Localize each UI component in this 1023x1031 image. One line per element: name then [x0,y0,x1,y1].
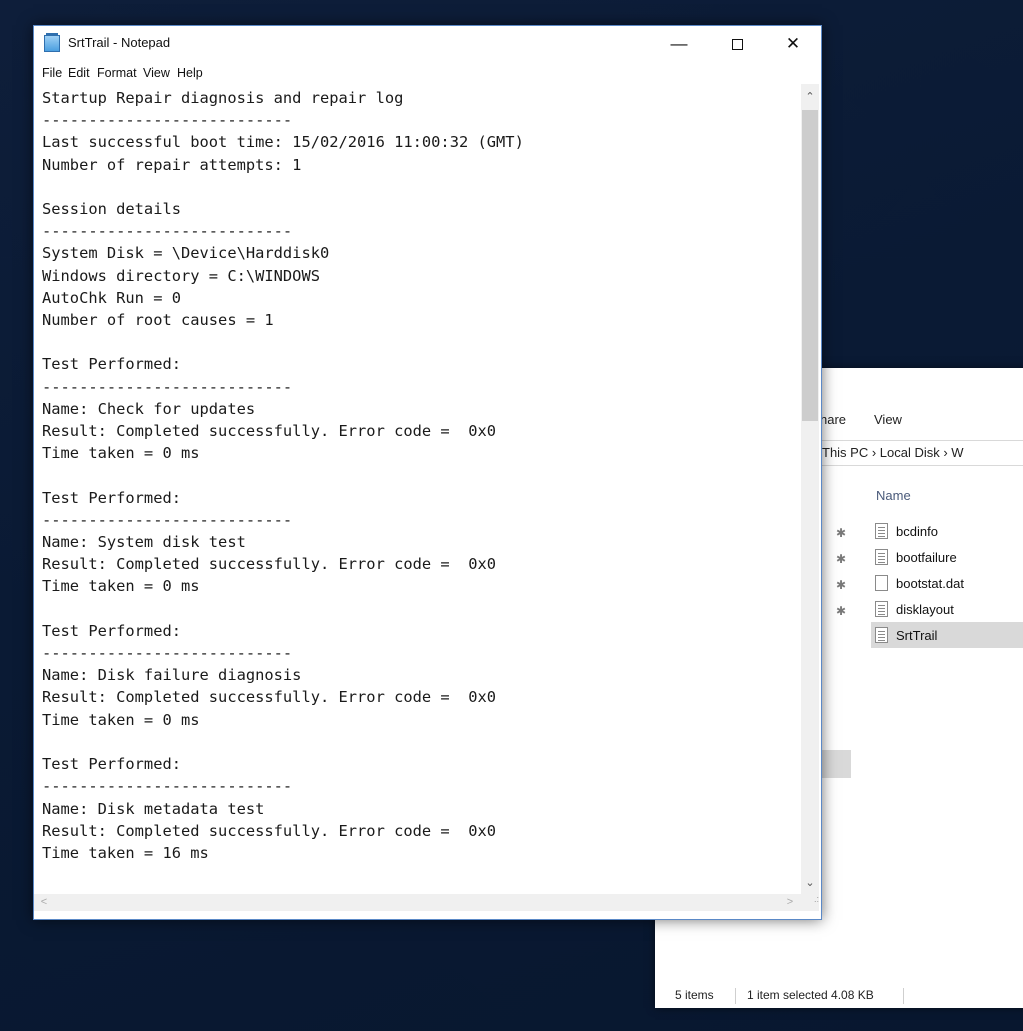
text-line: Result: Completed successfully. Error co… [42,821,497,840]
text-line: Name: System disk test [42,533,246,552]
text-line: Time taken = 16 ms [42,843,209,862]
text-line: Test Performed: [42,488,181,507]
item-count: 5 items [675,988,714,1002]
scrollbar-thumb[interactable] [802,110,818,421]
selection-info: 1 item selected 4.08 KB [747,988,874,1002]
text-line: Windows directory = C:\WINDOWS [42,266,320,285]
pin-icon[interactable]: ✱ [836,552,850,566]
text-line [42,464,798,486]
text-line: Time taken = 0 ms [42,710,200,729]
text-line: --------------------------- [42,111,293,130]
text-line: Test Performed: [42,621,181,640]
column-header-name[interactable]: Name [876,488,911,503]
scroll-up-arrow-icon[interactable]: ⌃ [801,88,819,106]
close-icon: ✕ [785,34,801,53]
notepad-app-icon[interactable] [44,33,60,52]
menu-help[interactable]: Help [177,66,203,80]
notepad-window[interactable]: SrtTrail - Notepad — ✕ File Edit Format … [33,25,822,920]
text-file-icon [875,523,888,539]
ribbon-tab-share[interactable]: hare [820,412,846,427]
text-line: Result: Completed successfully. Error co… [42,688,497,707]
text-editor-area[interactable]: Startup Repair diagnosis and repair log -… [42,87,798,894]
ribbon-tab-view[interactable]: View [874,412,902,427]
text-line: Number of repair attempts: 1 [42,155,302,174]
text-line: Time taken = 0 ms [42,444,200,463]
file-name: disklayout [896,601,954,617]
text-line: Time taken = 0 ms [42,577,200,596]
close-button[interactable]: ✕ [770,26,816,62]
blank-file-icon [875,575,888,591]
text-file-icon [875,627,888,643]
file-item-disklayout[interactable]: disklayout [871,596,1023,622]
text-line: --------------------------- [42,644,293,663]
status-bar: 5 items 1 item selected 4.08 KB [655,988,1023,1008]
minimize-button[interactable]: — [656,26,702,62]
text-line: Name: Disk failure diagnosis [42,666,302,685]
scroll-left-arrow-icon[interactable]: < [36,894,52,911]
status-divider [735,988,736,1004]
menu-file[interactable]: File [42,66,62,80]
menu-format[interactable]: Format [97,66,137,80]
menu-view[interactable]: View [143,66,170,80]
file-name: bootstat.dat [896,575,964,591]
window-title: SrtTrail - Notepad [68,35,171,50]
maximize-button[interactable] [714,26,760,62]
text-line: Startup Repair diagnosis and repair log [42,89,404,107]
text-line: Name: Check for updates [42,399,256,418]
file-item-bootstat[interactable]: bootstat.dat [871,570,1023,596]
nav-pane-selected-item[interactable] [821,750,851,778]
file-item-bootfailure[interactable]: bootfailure [871,544,1023,570]
text-line: Result: Completed successfully. Error co… [42,555,497,574]
text-line: Last successful boot time: 15/02/2016 11… [42,133,524,152]
text-line: --------------------------- [42,777,293,796]
text-line [42,331,798,353]
text-line: Result: Completed successfully. Error co… [42,422,497,441]
file-name: SrtTrail [896,627,938,643]
scroll-right-arrow-icon[interactable]: > [782,894,798,911]
pin-icon[interactable]: ✱ [836,578,850,592]
title-bar[interactable]: SrtTrail - Notepad — ✕ [34,26,821,62]
status-divider [903,988,904,1004]
horizontal-scrollbar[interactable]: < > [34,894,801,911]
text-line: Number of root causes = 1 [42,311,274,330]
text-line [42,731,798,753]
menu-edit[interactable]: Edit [68,66,90,80]
text-file-icon [875,549,888,565]
text-line: Test Performed: [42,755,181,774]
text-line: AutoChk Run = 0 [42,288,181,307]
maximize-icon [731,38,743,50]
pin-icon[interactable]: ✱ [836,604,850,618]
text-line: --------------------------- [42,222,293,241]
file-name: bootfailure [896,549,957,565]
text-file-icon [875,601,888,617]
text-line [42,176,798,198]
text-line: --------------------------- [42,510,293,529]
file-name: bcdinfo [896,523,938,539]
resize-grip-icon[interactable]: .: [801,894,819,911]
file-item-srttrail[interactable]: SrtTrail [871,622,1023,648]
text-line: Session details [42,200,181,219]
file-list: bcdinfo bootfailure bootstat.dat disklay… [871,518,1023,648]
text-line [42,598,798,620]
text-line: Test Performed: [42,355,181,374]
menu-bar: File Edit Format View Help [34,62,821,84]
text-line: --------------------------- [42,377,293,396]
pin-icon[interactable]: ✱ [836,526,850,540]
text-line: System Disk = \Device\Harddisk0 [42,244,330,263]
scroll-down-arrow-icon[interactable]: ⌄ [801,874,819,892]
address-bar[interactable]: This PC › Local Disk › W [815,440,1023,466]
minimize-icon: — [670,34,688,53]
file-item-bcdinfo[interactable]: bcdinfo [871,518,1023,544]
text-line: Name: Disk metadata test [42,799,265,818]
vertical-scrollbar[interactable]: ⌃ ⌄ [801,84,819,894]
